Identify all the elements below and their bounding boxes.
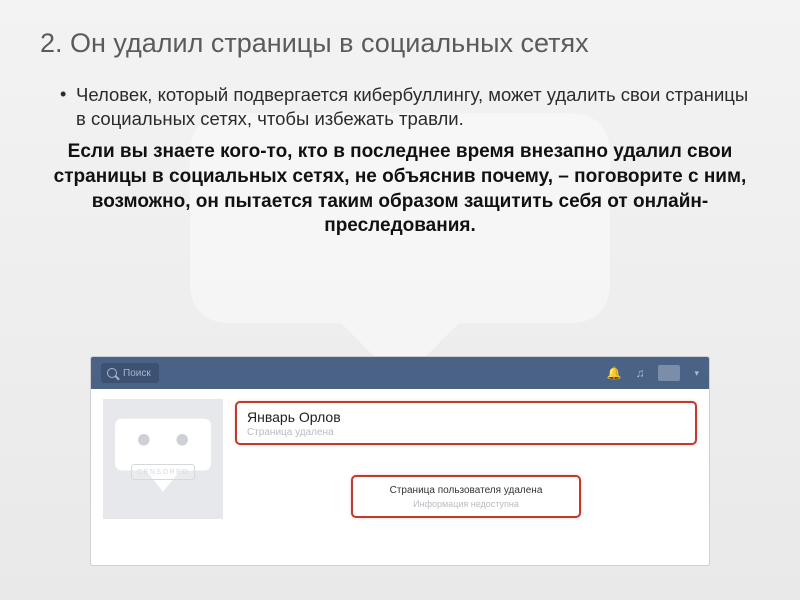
profile-area: CENSORED Январь Орлов Страница удалена С… <box>91 389 709 480</box>
profile-status: Страница удалена <box>247 427 685 438</box>
bullet-item: Человек, который подвергается кибербулли… <box>60 83 760 130</box>
profile-name-highlight: Январь Орлов Страница удалена <box>235 401 697 445</box>
profile-avatar-column: CENSORED <box>103 399 223 480</box>
search-placeholder: Поиск <box>123 368 151 379</box>
profile-info-column: Январь Орлов Страница удалена Страница п… <box>235 399 697 480</box>
search-input[interactable]: Поиск <box>101 363 159 383</box>
deleted-title: Страница пользователя удалена <box>361 485 571 496</box>
search-icon <box>107 368 117 378</box>
bullet-list: Человек, который подвергается кибербулли… <box>40 83 760 130</box>
slide-title: 2. Он удалил страницы в социальных сетях <box>40 28 760 59</box>
vk-topbar: Поиск 🔔 ♫ ▾ <box>91 357 709 389</box>
topbar-right: 🔔 ♫ ▾ <box>607 365 699 381</box>
topbar-avatar[interactable] <box>658 365 680 381</box>
bell-icon[interactable]: 🔔 <box>607 366 622 380</box>
censored-label: CENSORED <box>131 464 195 480</box>
slide: 2. Он удалил страницы в социальных сетях… <box>0 0 800 600</box>
emphasis-paragraph: Если вы знаете кого-то, кто в последнее … <box>40 140 760 239</box>
vk-screenshot: Поиск 🔔 ♫ ▾ CENSORED <box>90 356 710 566</box>
slide-content: 2. Он удалил страницы в социальных сетях… <box>0 0 800 239</box>
chevron-down-icon[interactable]: ▾ <box>694 368 699 379</box>
profile-name: Январь Орлов <box>247 409 685 425</box>
deleted-sub: Информация недоступна <box>361 499 571 509</box>
music-icon[interactable]: ♫ <box>635 366 644 380</box>
deleted-notice-highlight: Страница пользователя удалена Информация… <box>351 475 581 518</box>
deleted-avatar <box>103 399 223 519</box>
